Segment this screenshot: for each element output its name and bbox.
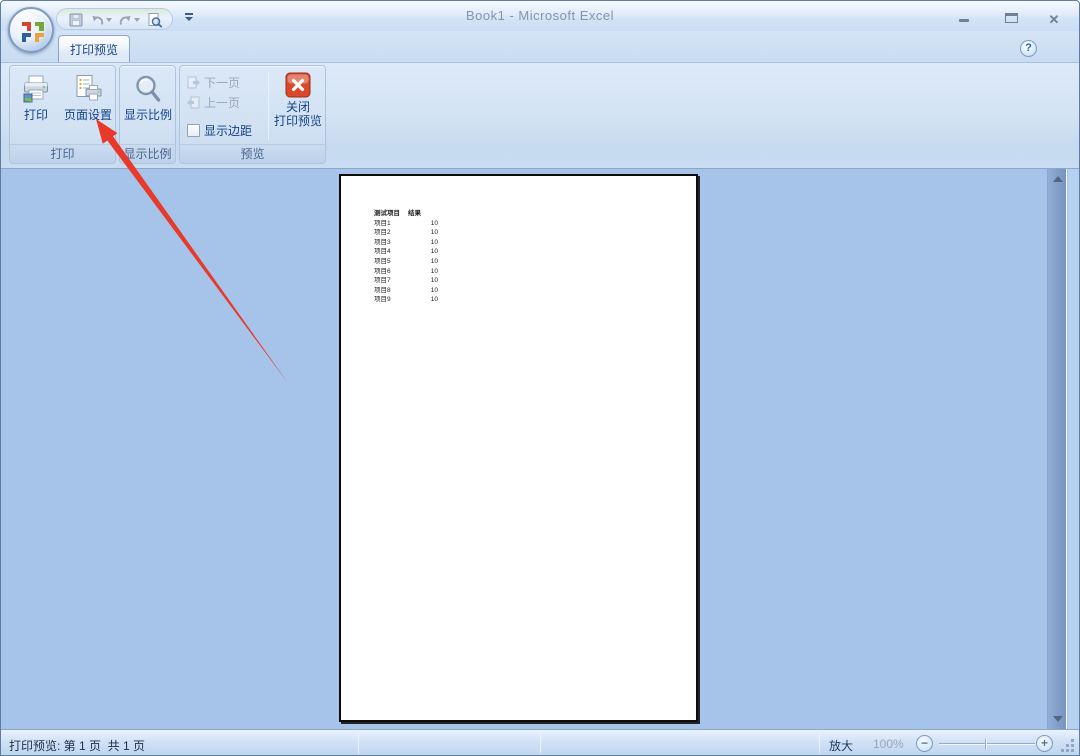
help-button[interactable]: ? — [1020, 40, 1037, 57]
table-row: 项目310 — [374, 238, 440, 248]
minimize-icon — [959, 19, 969, 22]
close-icon: ✕ — [1049, 12, 1060, 27]
show-margins-label: 显示边距 — [204, 122, 252, 139]
zoom-slider-notch[interactable] — [985, 739, 987, 749]
table-row: 项目510 — [374, 257, 440, 267]
close-button[interactable]: ✕ — [1041, 11, 1067, 27]
close-preview-label-1: 关闭 — [286, 100, 310, 114]
zoom-level-value: 100% — [873, 737, 904, 751]
magnifier-icon — [134, 74, 162, 104]
page-setup-button[interactable]: 页面设置 — [62, 70, 114, 122]
redo-button[interactable] — [117, 13, 141, 28]
prev-page-icon — [187, 96, 200, 109]
zoom-button-label: 显示比例 — [124, 108, 172, 122]
table-row: 项目410 — [374, 247, 440, 257]
next-page-label: 下一页 — [204, 74, 240, 91]
ribbon-tab-row: 打印预览 — [1, 31, 1079, 62]
page-setup-button-label: 页面设置 — [64, 108, 112, 122]
print-preview-icon — [146, 12, 163, 28]
group-divider — [268, 72, 269, 140]
save-button[interactable] — [67, 12, 85, 28]
window-frame-strip — [1068, 169, 1080, 729]
maximize-button[interactable] — [998, 11, 1024, 27]
undo-dropdown-icon[interactable] — [106, 18, 112, 22]
office-logo-icon — [19, 18, 47, 46]
table-row: 项目810 — [374, 286, 440, 296]
page-setup-icon — [73, 74, 103, 104]
page-status-text: 打印预览: 第 1 页 共 1 页 — [9, 737, 145, 754]
table-row: 项目610 — [374, 267, 440, 277]
undo-button[interactable] — [89, 13, 113, 28]
close-print-preview-button[interactable]: 关闭 打印预览 — [272, 68, 324, 128]
maximize-icon — [1005, 13, 1018, 23]
status-divider — [819, 733, 820, 754]
print-preview-qat-button[interactable] — [145, 12, 164, 28]
vertical-scrollbar[interactable] — [1047, 169, 1067, 729]
col-header-result: 结果 — [408, 209, 438, 219]
undo-icon — [90, 13, 105, 28]
zoom-slider-track[interactable] — [939, 743, 1035, 745]
resize-grip-icon — [1071, 749, 1074, 752]
table-row: 项目210 — [374, 228, 440, 238]
quick-access-toolbar — [56, 8, 173, 30]
prev-page-label: 上一页 — [204, 94, 240, 111]
next-page-icon — [187, 76, 200, 89]
group-print-label: 打印 — [10, 144, 115, 163]
prev-page-button: 上一页 — [187, 94, 240, 111]
zoom-out-button[interactable]: − — [916, 735, 933, 752]
ribbon: 打印 页面设置 打印 — [1, 62, 1079, 169]
close-preview-label-2: 打印预览 — [274, 114, 322, 128]
next-page-button: 下一页 — [187, 74, 240, 91]
zoom-in-button[interactable]: + — [1036, 735, 1053, 752]
status-divider — [540, 733, 541, 754]
group-preview: 下一页 上一页 显示边距 关闭 打印预 — [179, 65, 326, 164]
title-bar: Book1 - Microsoft Excel ✕ — [1, 1, 1079, 31]
status-divider — [358, 733, 359, 754]
office-button[interactable] — [8, 7, 54, 53]
save-icon — [68, 12, 84, 28]
preview-page: 测试项目 结果 项目110 项目210 项目310 项目410 项目510 项目… — [339, 174, 698, 722]
group-zoom: 显示比例 显示比例 — [119, 65, 176, 164]
zoom-button[interactable]: 显示比例 — [122, 70, 174, 122]
checkbox-icon[interactable] — [187, 124, 200, 137]
resize-grip[interactable] — [1061, 739, 1075, 753]
sheet-table: 测试项目 结果 项目110 项目210 项目310 项目410 项目510 项目… — [374, 209, 440, 305]
col-header-item: 测试项目 — [374, 209, 408, 219]
close-preview-icon — [285, 72, 311, 98]
print-preview-canvas: 测试项目 结果 项目110 项目210 项目310 项目410 项目510 项目… — [1, 169, 1079, 729]
print-button-label: 打印 — [24, 108, 48, 122]
qat-customize-button[interactable] — [183, 13, 195, 25]
status-bar: 打印预览: 第 1 页 共 1 页 放大 100% − + — [1, 729, 1079, 756]
print-button[interactable]: 打印 — [14, 70, 58, 122]
tab-print-preview[interactable]: 打印预览 — [58, 35, 130, 62]
table-header-row: 测试项目 结果 — [374, 209, 440, 219]
table-row: 项目910 — [374, 295, 440, 305]
show-margins-checkbox[interactable]: 显示边距 — [187, 122, 252, 139]
table-row: 项目710 — [374, 276, 440, 286]
redo-icon — [118, 13, 133, 28]
minimize-button[interactable] — [951, 11, 977, 27]
zoom-level-label: 放大 — [829, 737, 853, 754]
excel-window: Book1 - Microsoft Excel ✕ — [0, 0, 1080, 756]
table-row: 项目110 — [374, 219, 440, 229]
qat-customize-icon — [185, 13, 193, 15]
redo-dropdown-icon[interactable] — [134, 18, 140, 22]
printer-icon — [21, 74, 51, 104]
scroll-up-icon[interactable] — [1053, 176, 1063, 182]
group-print: 打印 页面设置 打印 — [9, 65, 116, 164]
scroll-down-icon[interactable] — [1053, 716, 1063, 722]
group-preview-label: 预览 — [180, 144, 325, 163]
help-icon: ? — [1025, 42, 1032, 54]
group-zoom-label: 显示比例 — [120, 144, 175, 163]
